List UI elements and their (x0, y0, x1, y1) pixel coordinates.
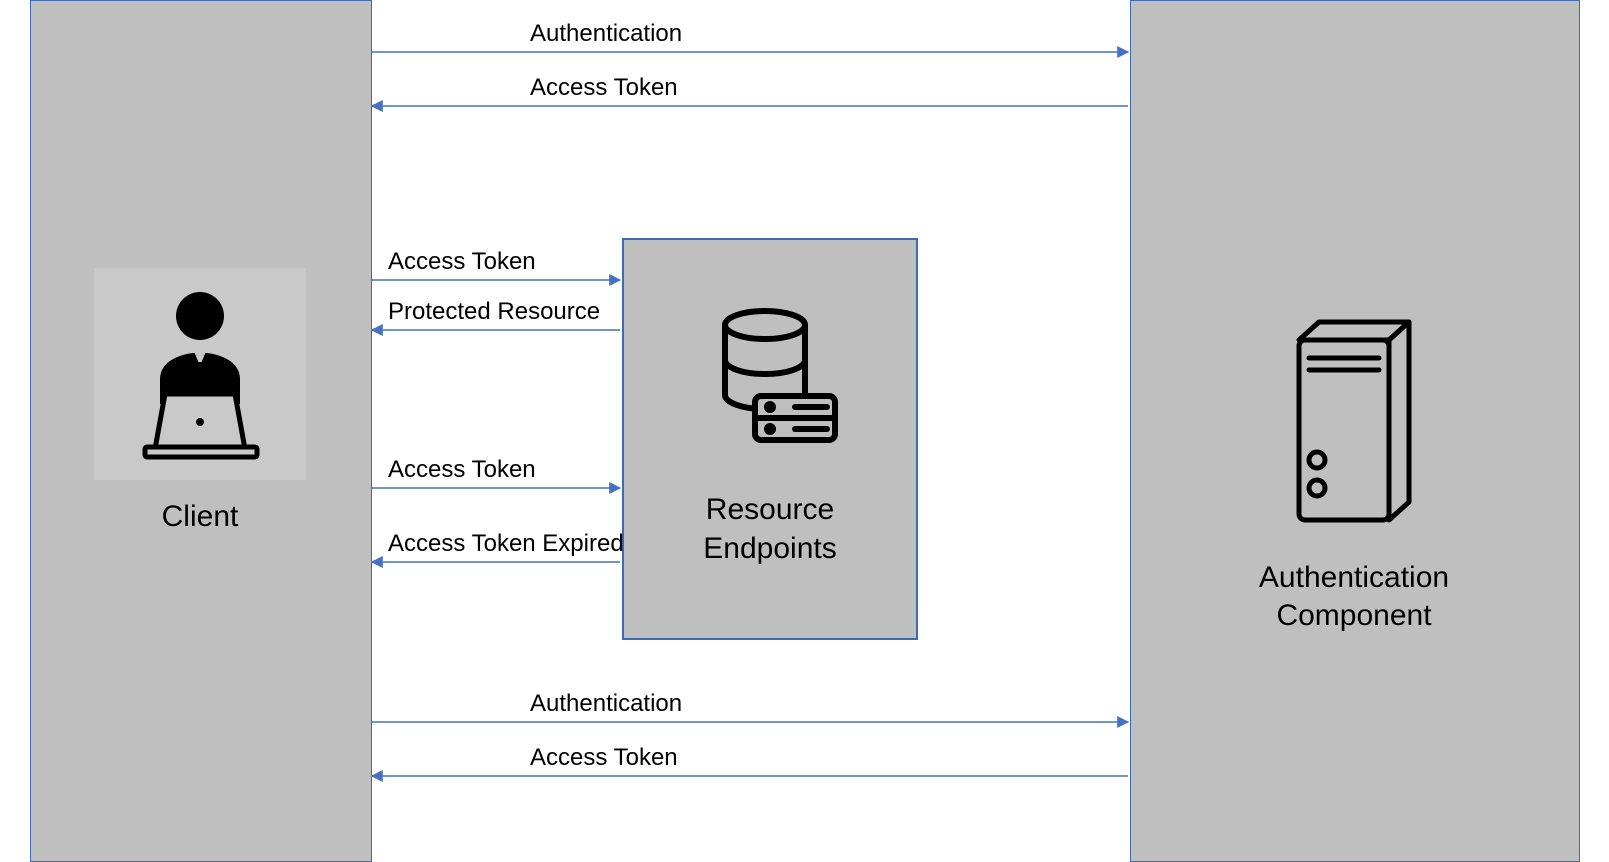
auth-label-line2: Component (1276, 599, 1431, 632)
user-laptop-icon (94, 268, 306, 480)
label-access-token-3: Access Token (388, 456, 536, 484)
server-tower-icon (1130, 310, 1578, 535)
auth-label-line1: Authentication (1259, 561, 1449, 594)
label-access-token-expired: Access Token Expired (388, 530, 624, 558)
endpoint-label-line2: Endpoints (703, 532, 836, 565)
label-access-token-2: Access Token (388, 248, 536, 276)
client-node: Client (30, 268, 370, 534)
label-access-token-1: Access Token (530, 74, 678, 102)
client-label: Client (30, 500, 370, 534)
label-access-token-4: Access Token (530, 744, 678, 772)
database-server-icon (624, 300, 916, 455)
label-protected-resource: Protected Resource (388, 298, 600, 326)
endpoint-label-line1: Resource (706, 493, 834, 526)
auth-label: Authentication Component (1130, 559, 1578, 634)
auth-node: Authentication Component (1130, 310, 1578, 634)
resource-endpoints-node: Resource Endpoints (622, 238, 918, 640)
label-authentication-1: Authentication (530, 20, 682, 48)
endpoint-label: Resource Endpoints (624, 490, 916, 568)
label-authentication-2: Authentication (530, 690, 682, 718)
